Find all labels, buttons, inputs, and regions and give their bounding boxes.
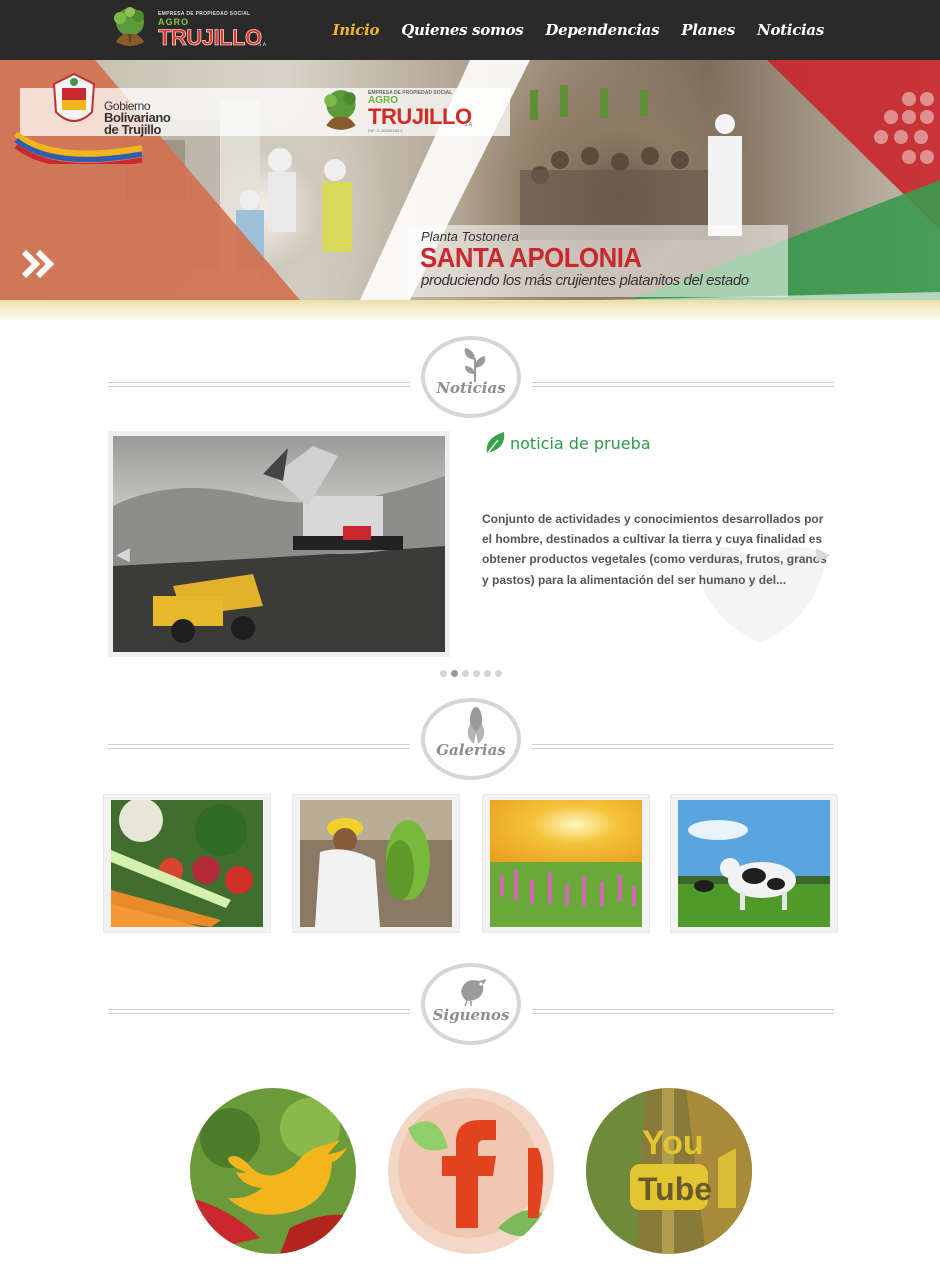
twitter-link[interactable] bbox=[190, 1088, 356, 1254]
excavator-photo bbox=[113, 446, 445, 652]
gallery-section-badge: Galerias bbox=[421, 698, 521, 780]
brand-name: TRUJILLO bbox=[158, 25, 263, 51]
brand-suffix: S.A bbox=[258, 42, 267, 48]
hero-dots-decoration bbox=[874, 92, 934, 172]
nav-dependencias[interactable]: Dependencias bbox=[545, 21, 659, 39]
tree-logo-icon bbox=[324, 90, 356, 130]
news-section-badge: Noticias bbox=[421, 336, 521, 418]
main-menu: Inicio Quienes somos Dependencias Planes… bbox=[333, 21, 825, 39]
youtube-link[interactable]: You Tube bbox=[586, 1088, 752, 1254]
gallery-photo bbox=[678, 800, 830, 927]
facebook-link[interactable] bbox=[388, 1088, 554, 1254]
gallery-divider-left bbox=[108, 744, 410, 749]
nav-planes[interactable]: Planes bbox=[681, 21, 735, 39]
gov-logo-text: Gobierno Bolivariano de Trujillo bbox=[104, 100, 171, 137]
tree-logo-icon bbox=[114, 7, 144, 46]
leaf-icon bbox=[486, 432, 505, 455]
hero-agro-logo: EMPRESA DE PROPIEDAD SOCIAL AGRO TRUJILL… bbox=[318, 88, 488, 138]
hero-slider[interactable]: Gobierno Bolivariano de Trujillo EMPRESA… bbox=[0, 60, 940, 300]
twitter-bird-icon bbox=[190, 1088, 356, 1254]
news-image-frame[interactable] bbox=[108, 431, 450, 657]
youtube-icon: You Tube bbox=[586, 1088, 752, 1254]
gallery-item-banana-worker[interactable] bbox=[292, 794, 460, 933]
hero-logo-rif: RIF: G-20009150-3 bbox=[368, 128, 403, 133]
hero-logo-suffix: S.A bbox=[464, 122, 473, 128]
news-image bbox=[113, 436, 445, 652]
svg-text:Tube: Tube bbox=[638, 1171, 712, 1207]
pager-dot[interactable] bbox=[473, 670, 480, 677]
news-section-title: Noticias bbox=[436, 379, 506, 397]
carousel-prev-icon[interactable]: ◀ bbox=[116, 544, 130, 565]
nav-quienes-somos[interactable]: Quienes somos bbox=[401, 21, 524, 39]
follow-section-badge: Siguenos bbox=[421, 963, 521, 1045]
hero-logo-name: TRUJILLO bbox=[368, 104, 472, 129]
hero-caption-subtitle: produciendo los más crujientes platanito… bbox=[421, 272, 749, 289]
gallery-divider-right bbox=[532, 744, 834, 749]
pager-dot[interactable] bbox=[495, 670, 502, 677]
carousel-next-icon[interactable]: ▶ bbox=[816, 544, 830, 565]
facebook-f-icon bbox=[388, 1088, 554, 1254]
follow-divider-right bbox=[532, 1009, 834, 1014]
gallery-photo bbox=[300, 800, 452, 927]
svg-text:You: You bbox=[642, 1124, 704, 1162]
follow-section-title: Siguenos bbox=[432, 1006, 510, 1024]
news-pager bbox=[440, 670, 502, 677]
hero-shadow bbox=[0, 300, 940, 322]
top-navbar: EMPRESA DE PROPIEDAD SOCIAL AGRO TRUJILL… bbox=[0, 0, 940, 60]
nav-noticias[interactable]: Noticias bbox=[757, 21, 824, 39]
news-title[interactable]: noticia de prueba bbox=[510, 434, 651, 453]
gallery-item-vegetables[interactable] bbox=[103, 794, 271, 933]
news-divider-right bbox=[532, 382, 834, 387]
gallery-item-cows[interactable] bbox=[670, 794, 838, 933]
news-divider-left bbox=[108, 382, 410, 387]
gov-line-3: de Trujillo bbox=[104, 122, 161, 137]
nav-inicio[interactable]: Inicio bbox=[333, 21, 380, 39]
pager-dot[interactable] bbox=[440, 670, 447, 677]
gallery-photo bbox=[111, 800, 263, 927]
pager-dot[interactable] bbox=[462, 670, 469, 677]
pager-dot[interactable] bbox=[484, 670, 491, 677]
news-excerpt: Conjunto de actividades y conocimientos … bbox=[482, 512, 827, 587]
pager-dot-active[interactable] bbox=[451, 670, 458, 677]
gallery-photo bbox=[490, 800, 642, 927]
corn-icon bbox=[467, 707, 485, 744]
hero-caption-title: SANTA APOLONIA bbox=[420, 242, 642, 273]
gallery-item-flower-field[interactable] bbox=[482, 794, 650, 933]
agro-trujillo-logo[interactable]: EMPRESA DE PROPIEDAD SOCIAL AGRO TRUJILL… bbox=[108, 6, 268, 52]
sprout-icon bbox=[464, 348, 486, 382]
bird-icon bbox=[461, 979, 487, 1007]
follow-divider-left bbox=[108, 1009, 410, 1014]
gallery-section-title: Galerias bbox=[436, 741, 506, 759]
double-chevron-right-icon[interactable] bbox=[20, 246, 56, 282]
